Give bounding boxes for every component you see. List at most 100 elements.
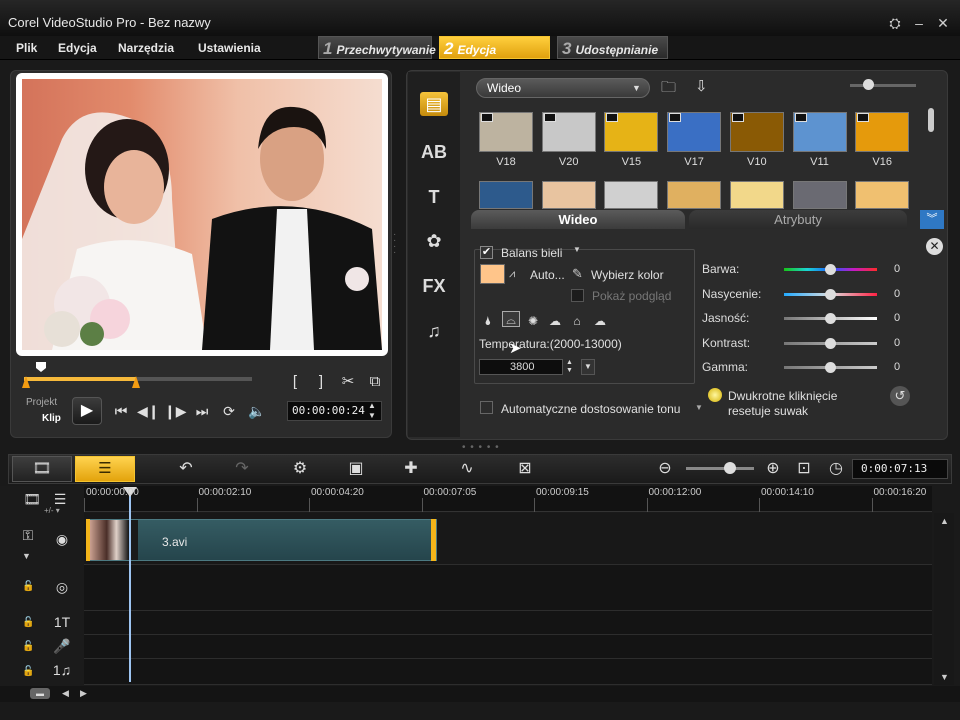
zoom-slider[interactable]	[686, 467, 754, 470]
zoom-out-icon[interactable]: ⊖	[654, 458, 676, 480]
library-thumbnail[interactable]	[667, 181, 722, 209]
library-thumbnail[interactable]	[792, 181, 847, 209]
fit-project-icon[interactable]: ⊡	[793, 458, 815, 480]
sort-icon[interactable]: ⇩	[695, 77, 717, 97]
tungsten-preset-icon[interactable]: ⌓	[502, 311, 520, 327]
video-track-icon[interactable]: ◉	[46, 528, 78, 550]
filter-icon[interactable]: FX	[420, 274, 448, 298]
title-icon[interactable]: T	[420, 185, 448, 209]
timeline-scroll-button[interactable]: ▬	[30, 688, 50, 699]
library-thumbnail[interactable]	[604, 181, 659, 209]
music-track-icon[interactable]: 1♫	[46, 659, 78, 681]
menu-narzedzia[interactable]: Narzędzia	[118, 41, 174, 55]
timeline-view-button[interactable]: ☰	[75, 456, 135, 482]
scroll-right-icon[interactable]: ▶	[80, 688, 87, 699]
cloud-preset-icon[interactable]: ☁	[546, 313, 564, 329]
overlay-track-icon[interactable]: ◎	[46, 576, 78, 598]
library-thumbnail[interactable]	[541, 181, 596, 209]
clip-trim-start-handle[interactable]	[86, 519, 90, 561]
auto-music-icon[interactable]: ✚	[397, 458, 425, 480]
scissors-icon[interactable]: ✂	[337, 372, 359, 392]
voice-track[interactable]	[84, 635, 932, 659]
timeline-vertical-scrollbar[interactable]	[934, 513, 954, 685]
close-options-icon[interactable]: ✕	[926, 238, 943, 255]
lock-icon[interactable]: 🔓	[22, 641, 34, 653]
project-mode-label[interactable]: Projekt	[26, 397, 57, 408]
white-balance-swatch[interactable]	[480, 264, 505, 284]
slider-knob[interactable]	[825, 337, 836, 349]
pick-color-button[interactable]: Wybierz kolor	[591, 268, 664, 282]
candle-preset-icon[interactable]: 🌢	[479, 313, 497, 329]
music-track[interactable]	[84, 659, 932, 685]
shade-preset-icon[interactable]: ⌂	[568, 313, 586, 329]
menu-edycja[interactable]: Edycja	[58, 41, 97, 55]
reset-icon[interactable]: ↺	[890, 386, 910, 406]
audio-icon[interactable]: ♫	[420, 319, 448, 343]
scroll-down-icon[interactable]: ▼	[940, 672, 949, 682]
storyboard-view-button[interactable]: 🎞	[12, 456, 72, 482]
temperature-stepper-icon[interactable]: ▲ ▼	[566, 359, 573, 375]
menu-plik[interactable]: Plik	[16, 41, 37, 55]
white-balance-checkbox[interactable]: ✔	[480, 246, 493, 259]
auto-wb-button[interactable]: Auto...	[530, 268, 565, 282]
mark-in-icon[interactable]: [	[284, 372, 306, 392]
tab-video-options[interactable]: Wideo	[471, 210, 685, 229]
thumbnail-size-knob[interactable]	[863, 79, 874, 90]
clip-trim-end-handle[interactable]	[431, 519, 436, 561]
graphic-icon[interactable]: ✿	[420, 229, 448, 253]
tab-share[interactable]: 3 Udostępnianie	[557, 36, 668, 59]
eyedropper-icon[interactable]: ✎	[572, 266, 583, 282]
show-preview-checkbox[interactable]	[571, 289, 584, 302]
library-thumbnail[interactable]	[855, 181, 910, 209]
import-folder-icon[interactable]: 🗀	[661, 77, 683, 97]
volume-icon[interactable]: 🔈	[246, 401, 268, 421]
lock-all-icon[interactable]: ⚿	[12, 524, 44, 546]
undo-icon[interactable]: ↶	[172, 458, 200, 480]
media-icon[interactable]: ▤	[420, 92, 448, 116]
close-button[interactable]: ✕	[934, 14, 952, 32]
record-capture-icon[interactable]: ⚙	[286, 458, 314, 480]
voice-track-icon[interactable]: 🎤	[46, 635, 78, 657]
smart-proxy-icon[interactable]: ▣	[342, 458, 370, 480]
zoom-knob[interactable]	[724, 462, 736, 474]
preview-video[interactable]	[22, 79, 382, 350]
scroll-left-icon[interactable]: ◀	[62, 688, 69, 699]
transition-icon[interactable]: AB	[420, 140, 448, 164]
library-thumbnail[interactable]	[479, 181, 533, 209]
repeat-icon[interactable]: ⟳	[218, 401, 240, 421]
auto-tone-checkbox[interactable]	[480, 401, 493, 414]
playhead-line[interactable]	[129, 494, 131, 682]
temperature-dropdown-icon[interactable]: ▼	[581, 359, 595, 375]
lock-icon[interactable]: 🔓	[22, 666, 34, 678]
timecode-stepper-icon[interactable]: ▲ ▼	[368, 401, 376, 421]
tab-edit[interactable]: 2 Edycja	[439, 36, 550, 59]
library-scrollbar[interactable]	[928, 108, 934, 132]
lock-icon[interactable]: 🔓	[22, 617, 34, 629]
chevron-down-icon[interactable]: ▼	[573, 245, 581, 254]
clip-mode-label[interactable]: Klip	[42, 413, 61, 424]
overcast-preset-icon[interactable]: ☁	[591, 313, 609, 329]
temperature-input[interactable]: 3800	[479, 359, 563, 375]
mark-out-icon[interactable]: ]	[310, 372, 332, 392]
audio-mixer-icon[interactable]: ∿	[453, 458, 481, 480]
go-to-start-icon[interactable]: ⏮	[110, 401, 132, 421]
zoom-in-icon[interactable]: ⊕	[762, 458, 784, 480]
overlay-track[interactable]	[84, 565, 932, 611]
next-frame-icon[interactable]: ❙▶	[164, 401, 187, 421]
redo-icon[interactable]: ↷	[228, 458, 256, 480]
chevron-down-icon[interactable]: ▼	[695, 403, 703, 412]
timeline-timecode[interactable]: 0:00:07:13	[852, 459, 948, 479]
panel-splitter[interactable]: · · · ·	[393, 230, 401, 258]
previous-frame-icon[interactable]: ◀❙	[137, 401, 160, 421]
settings-icon[interactable]: ⛭	[886, 14, 904, 32]
panel-splitter-horizontal[interactable]: • • • • •	[462, 442, 500, 453]
collapse-options-icon[interactable]: ︾	[920, 210, 944, 229]
library-category-dropdown[interactable]: Wideo	[476, 78, 650, 98]
video-clip[interactable]	[86, 519, 437, 561]
tab-attributes[interactable]: Atrybuty	[689, 210, 907, 229]
minimize-button[interactable]: –	[910, 14, 928, 32]
chevron-down-icon[interactable]: ▼	[22, 551, 31, 561]
slider-knob[interactable]	[825, 362, 836, 373]
scroll-up-icon[interactable]: ▲	[940, 516, 949, 526]
menu-ustawienia[interactable]: Ustawienia	[198, 41, 261, 55]
